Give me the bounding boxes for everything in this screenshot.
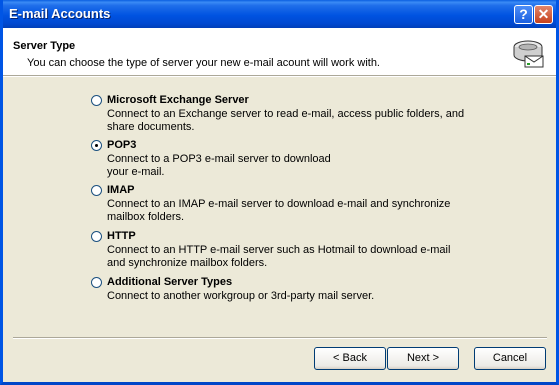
close-button[interactable]: ✕ [534,5,553,24]
exchange-radio[interactable] [91,95,102,106]
option-label[interactable]: Additional Server Types [107,276,232,288]
option-description: Connect to a POP3 e-mail server to downl… [107,153,331,178]
back-button[interactable]: < Back [314,347,386,370]
email-accounts-dialog: E-mail Accounts ? ✕ Server Type You can … [0,0,559,385]
header-divider [3,75,556,77]
title-bar[interactable]: E-mail Accounts ? ✕ [3,0,556,28]
additional-radio[interactable] [91,277,102,288]
pop3-radio[interactable] [91,140,102,151]
http-radio[interactable] [91,231,102,242]
help-button[interactable]: ? [514,5,533,24]
cancel-button[interactable]: Cancel [474,347,546,370]
option-label[interactable]: HTTP [107,230,136,242]
option-label[interactable]: POP3 [107,139,136,151]
mail-server-icon [513,40,544,68]
page-subtitle: You can choose the type of server your n… [27,57,380,69]
footer-divider [13,337,547,339]
option-description: Connect to another workgroup or 3rd-part… [107,290,375,302]
option-description: Connect to an IMAP e-mail server to down… [107,198,451,223]
option-description: Connect to an HTTP e-mail server such as… [107,244,451,269]
imap-radio[interactable] [91,185,102,196]
option-label[interactable]: IMAP [107,184,135,196]
wizard-header: Server Type You can choose the type of s… [3,28,556,75]
page-title: Server Type [13,40,76,52]
option-label[interactable]: Microsoft Exchange Server [107,94,249,106]
window-title: E-mail Accounts [9,6,111,21]
next-button[interactable]: Next > [387,347,459,370]
option-description: Connect to an Exchange server to read e-… [107,108,465,133]
